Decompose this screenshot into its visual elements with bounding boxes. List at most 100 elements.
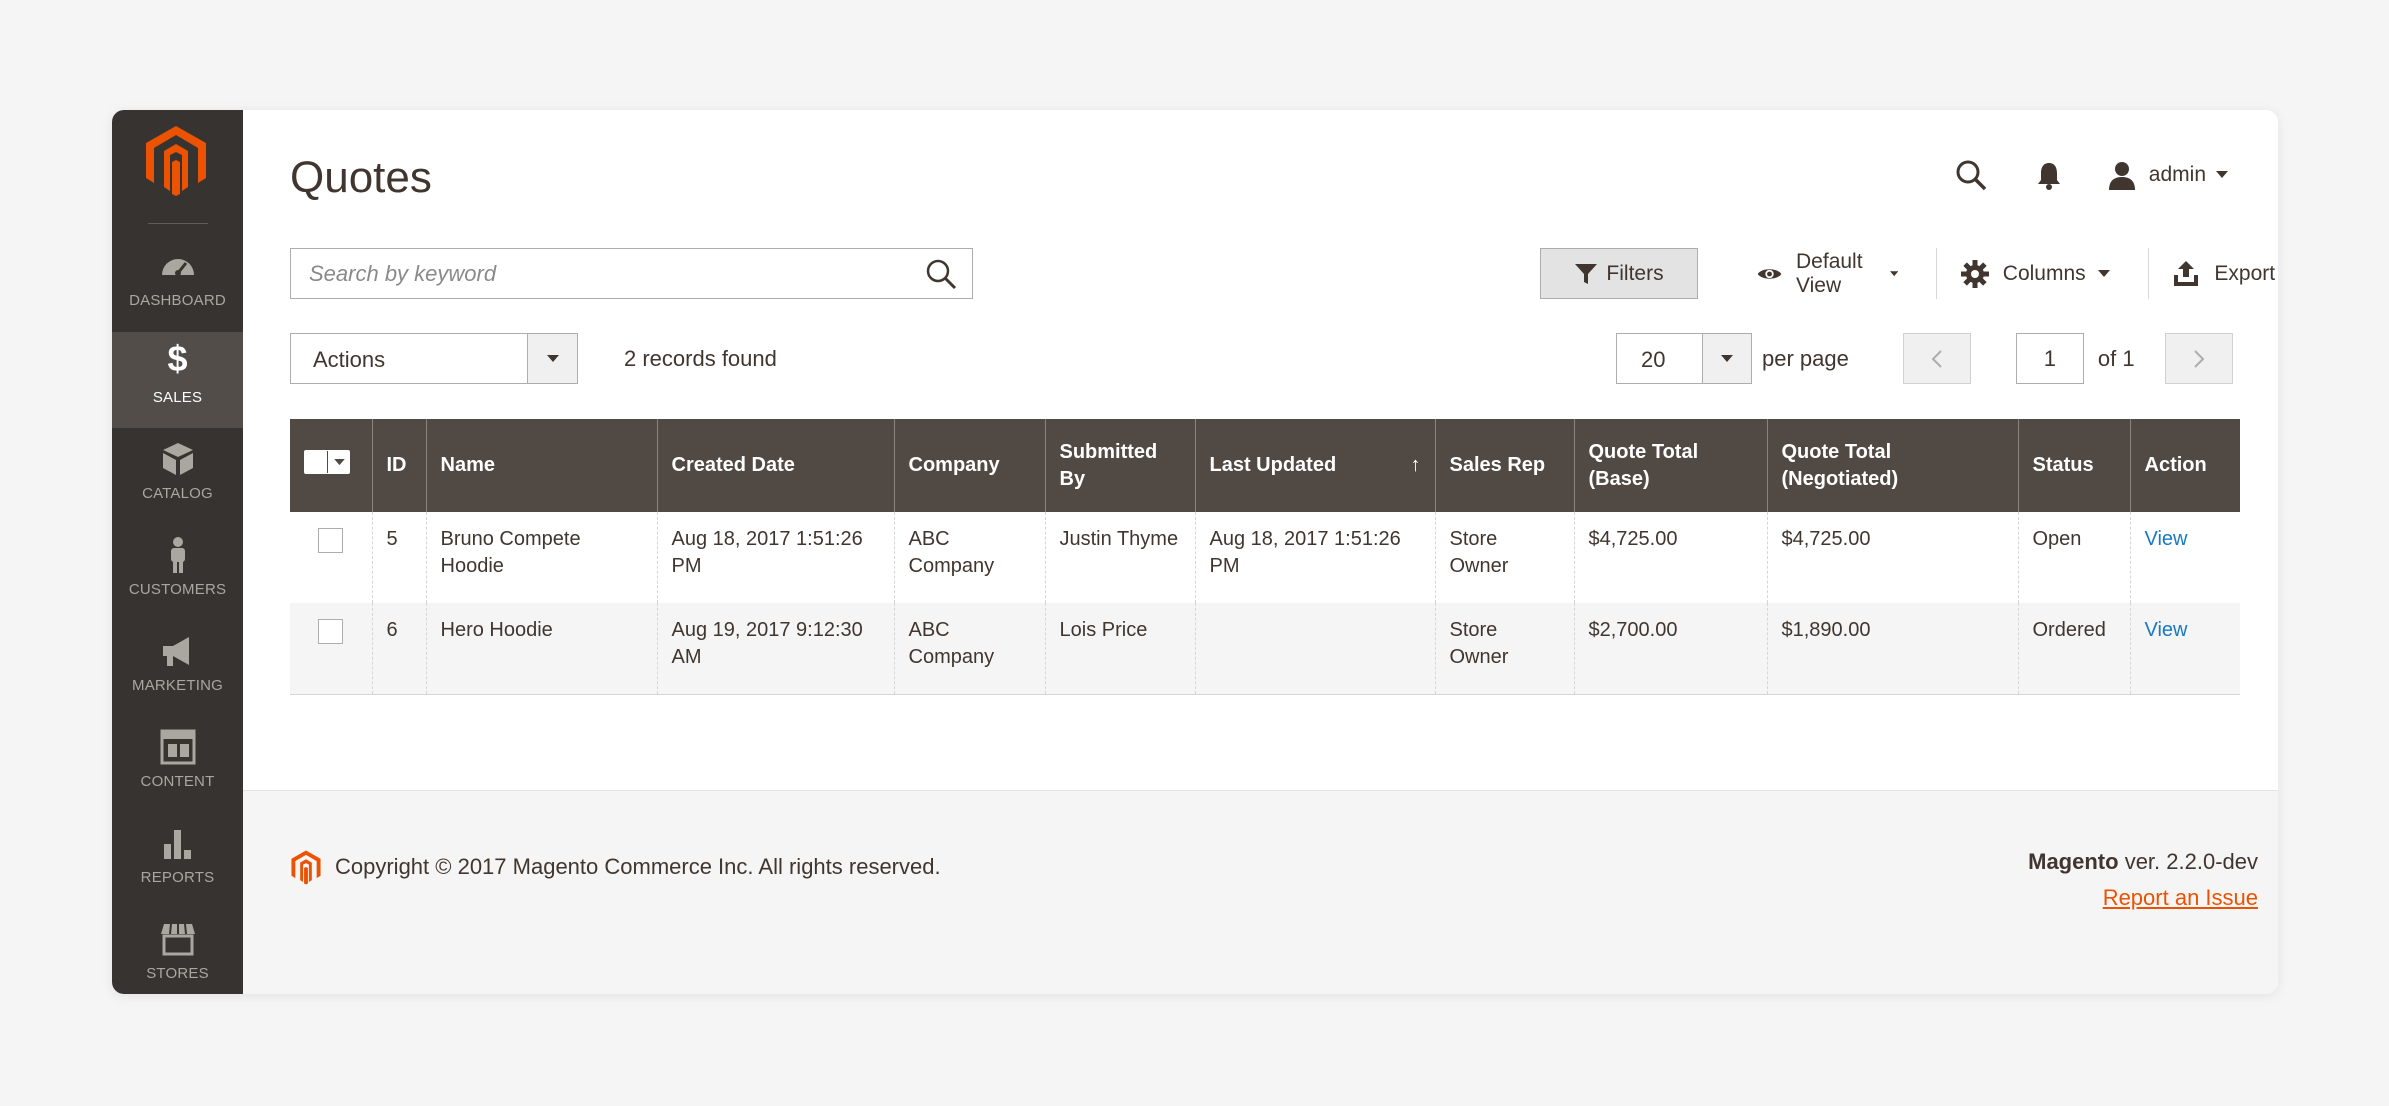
actions-label: Actions <box>313 347 386 372</box>
caret-down-icon <box>1889 270 1899 276</box>
sidebar-item-label: CATALOG <box>142 485 213 502</box>
bell-icon <box>2037 163 2060 190</box>
notifications-button[interactable] <box>2029 155 2069 195</box>
caret-down-icon <box>2216 171 2228 178</box>
search-icon[interactable] <box>924 257 958 291</box>
row-checkbox[interactable] <box>318 619 343 644</box>
column-header-company[interactable]: Company <box>893 419 1045 512</box>
caret-down-icon <box>546 354 559 362</box>
cell-quote-total-negotiated: $1,890.00 <box>1766 603 2018 695</box>
column-header-quote-total-base[interactable]: Quote Total (Base) <box>1573 419 1767 512</box>
chevron-right-icon <box>2193 349 2204 368</box>
cell-sales-rep: Store Owner <box>1434 603 1574 695</box>
admin-user-menu[interactable]: admin <box>2107 160 2228 190</box>
cell-name: Bruno Compete Hoodie <box>425 512 657 603</box>
records-found: 2 records found <box>624 346 777 371</box>
cell-id: 6 <box>371 603 426 695</box>
bar-chart-icon <box>163 830 191 859</box>
columns-dropdown[interactable]: Columns <box>1937 248 2148 299</box>
cell-created-date: Aug 18, 2017 1:51:26 PM <box>656 512 894 603</box>
sidebar-item-marketing[interactable]: MARKETING <box>112 620 243 716</box>
header-actions: admin <box>1913 150 2228 200</box>
table-row: 6 Hero Hoodie Aug 19, 2017 9:12:30 AM AB… <box>290 603 2240 695</box>
sidebar-item-customers[interactable]: CUSTOMERS <box>112 524 243 620</box>
column-header-name[interactable]: Name <box>425 419 657 512</box>
cell-company: ABC Company <box>893 512 1045 603</box>
dollar-icon: $ <box>167 338 188 379</box>
grid-toolbar: Default View Columns Export <box>1733 248 2278 299</box>
pagination: 20 per page 1 of 1 <box>1616 333 2233 384</box>
admin-username: admin <box>2148 163 2206 186</box>
column-header-created-date[interactable]: Created Date <box>656 419 894 512</box>
sidebar-item-catalog[interactable]: CATALOG <box>112 428 243 524</box>
export-dropdown[interactable]: Export <box>2148 248 2278 299</box>
mass-select-checkbox[interactable] <box>304 450 350 474</box>
next-page-button[interactable] <box>2164 333 2233 384</box>
sidebar-item-stores[interactable]: STORES <box>112 908 243 994</box>
magento-logo-small[interactable] <box>290 849 322 885</box>
table-row: 5 Bruno Compete Hoodie Aug 18, 2017 1:51… <box>290 512 2240 603</box>
cell-created-date: Aug 19, 2017 9:12:30 AM <box>656 603 894 695</box>
admin-window: DASHBOARD $ SALES CATALOG CUSTOMERS MARK… <box>112 110 2278 994</box>
global-search-button[interactable] <box>1951 155 1991 195</box>
mass-select-header <box>290 419 372 512</box>
store-icon <box>160 923 195 956</box>
view-link[interactable]: View <box>2145 619 2188 641</box>
current-page-input[interactable]: 1 <box>2015 333 2084 384</box>
default-view-dropdown[interactable]: Default View <box>1733 248 1936 299</box>
copyright: Copyright © 2017 Magento Commerce Inc. A… <box>290 849 941 885</box>
sidebar-item-reports[interactable]: REPORTS <box>112 812 243 908</box>
column-header-sales-rep[interactable]: Sales Rep <box>1434 419 1574 512</box>
row-select-cell <box>290 603 372 695</box>
cell-name: Hero Hoodie <box>425 603 657 695</box>
filter-icon <box>1575 263 1598 284</box>
select-all-box[interactable] <box>304 451 328 473</box>
brand-name: Magento <box>2028 849 2119 874</box>
main-content: Quotes admin Search by keyword Filters D… <box>243 110 2278 994</box>
mass-select-dropdown[interactable] <box>328 451 350 473</box>
column-header-id[interactable]: ID <box>371 419 426 512</box>
report-issue-link[interactable]: Report an Issue <box>2028 885 2258 911</box>
column-header-label: Last Updated <box>1209 454 1337 476</box>
export-label: Export <box>2214 261 2276 285</box>
version-text: ver. 2.2.0-dev <box>2118 849 2258 874</box>
sidebar-item-label: DASHBOARD <box>129 292 226 309</box>
sidebar-item-label: STORES <box>146 965 209 982</box>
search-icon <box>1956 160 1987 191</box>
magento-logo[interactable] <box>143 124 209 196</box>
cell-quote-total-base: $4,725.00 <box>1573 512 1767 603</box>
view-link[interactable]: View <box>2145 528 2188 550</box>
per-page-dropdown-toggle[interactable] <box>1702 334 1751 383</box>
sidebar-item-label: MARKETING <box>132 677 223 694</box>
columns-label: Columns <box>2002 261 2086 285</box>
box-icon <box>162 443 193 475</box>
sidebar-item-content[interactable]: CONTENT <box>112 716 243 812</box>
mass-actions-select[interactable]: Actions <box>290 333 578 384</box>
sidebar-item-label: CUSTOMERS <box>128 581 227 598</box>
previous-page-button[interactable] <box>1902 333 1971 384</box>
search-input[interactable] <box>291 249 911 298</box>
chevron-left-icon <box>1931 349 1942 368</box>
actions-dropdown-toggle[interactable] <box>527 334 577 383</box>
per-page-select[interactable]: 20 <box>1616 333 1752 384</box>
cell-submitted-by: Lois Price <box>1044 603 1195 695</box>
row-checkbox[interactable] <box>318 528 343 553</box>
sidebar-item-dashboard[interactable]: DASHBOARD <box>112 235 243 331</box>
cell-quote-total-base: $2,700.00 <box>1573 603 1767 695</box>
layout-icon <box>160 729 195 765</box>
column-header-status[interactable]: Status <box>2017 419 2130 512</box>
page-total: of 1 <box>2097 345 2135 371</box>
cell-last-updated: Aug 18, 2017 1:51:26 PM <box>1194 512 1435 603</box>
cell-action: View <box>2129 512 2240 603</box>
cell-last-updated <box>1194 603 1435 695</box>
user-icon <box>2108 162 2135 190</box>
filters-button[interactable]: Filters <box>1540 248 1698 299</box>
grid-header-row: ID Name Created Date Company Submitted B… <box>290 419 2240 512</box>
column-header-last-updated[interactable]: ↑ Last Updated <box>1194 419 1435 512</box>
cell-id: 5 <box>371 512 426 603</box>
column-header-submitted-by[interactable]: Submitted By <box>1044 419 1195 512</box>
sidebar-divider <box>148 223 208 224</box>
sidebar-item-sales[interactable]: $ SALES <box>112 332 243 428</box>
person-icon <box>170 537 185 573</box>
column-header-quote-total-negotiated[interactable]: Quote Total (Negotiated) <box>1766 419 2018 512</box>
